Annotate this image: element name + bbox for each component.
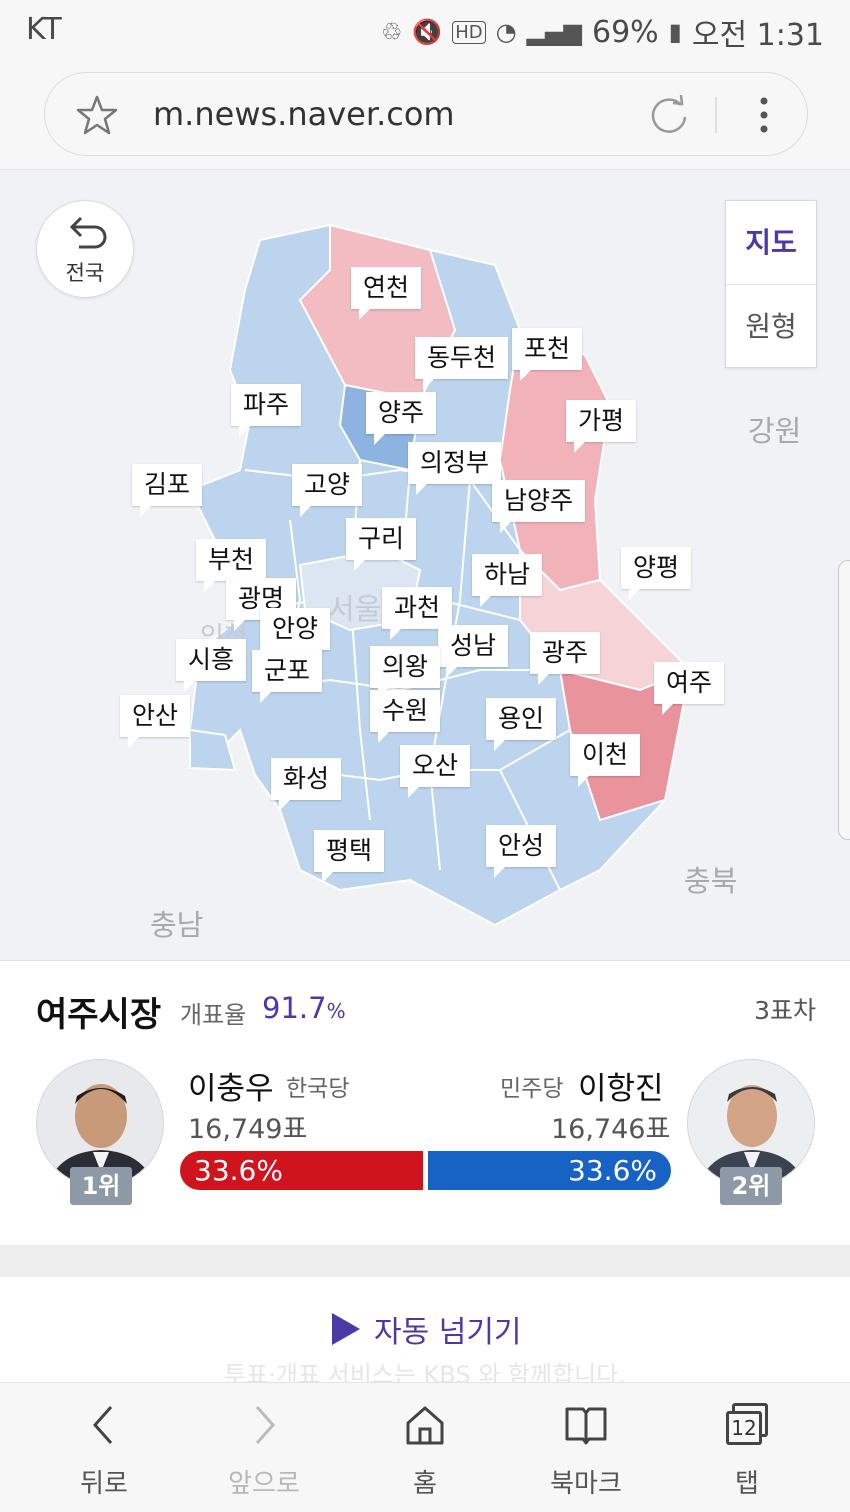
map-label-dongducheon[interactable]: 동두천	[415, 337, 509, 390]
count-rate-value: 91.7%	[262, 991, 346, 1025]
sync-icon: ♲	[380, 18, 403, 46]
url-text[interactable]: m.news.naver.com	[153, 95, 455, 133]
candidate-2-vote-bar: 33.6%	[428, 1151, 671, 1190]
status-bar: KT ♲ 🔇 HD ◔ ▂▄▆ 69% ▮ 오전 1:31	[0, 0, 850, 60]
undo-arrow-icon	[69, 216, 107, 249]
candidate-2-party: 민주당	[500, 1076, 564, 1102]
candidate-1-votes: 16,749표	[188, 1114, 308, 1145]
map-label-gimpo[interactable]: 김포	[132, 464, 203, 517]
map-label-paju[interactable]: 파주	[231, 384, 302, 437]
map-label-yeoju[interactable]: 여주	[654, 662, 725, 715]
region-name-chungbuk: 충북	[684, 864, 738, 898]
map-label-hwaseong[interactable]: 화성	[271, 758, 342, 811]
map-label-namyangju[interactable]: 남양주	[492, 480, 586, 533]
count-rate-label: 개표율	[180, 1001, 247, 1029]
chevron-left-icon	[92, 1406, 113, 1444]
carrier-name: KT	[26, 12, 62, 47]
map-label-siheung[interactable]: 시흥	[176, 639, 247, 692]
map-label-yangju[interactable]: 양주	[366, 392, 437, 445]
map-label-guri[interactable]: 구리	[346, 518, 417, 571]
map-label-yongin[interactable]: 용인	[486, 698, 557, 751]
map-label-anyang[interactable]: 안양	[260, 608, 331, 661]
back-label: 전국	[65, 261, 105, 285]
bookmark-star-icon[interactable]	[73, 91, 121, 139]
circle-view-button[interactable]: 원형	[726, 285, 816, 369]
address-bar[interactable]: m.news.naver.com	[44, 72, 808, 156]
map-label-uiwang[interactable]: 의왕	[370, 646, 441, 699]
candidate-2-votes: 16,746표	[551, 1114, 671, 1145]
candidate-1-rank: 1위	[70, 1167, 132, 1205]
nav-forward-button[interactable]: 앞으로	[204, 1401, 324, 1500]
battery-percent: 69%	[591, 14, 659, 50]
map-label-suwon[interactable]: 수원	[370, 690, 441, 743]
browser-bottom-nav: 뒤로 앞으로 홈 북마크 12 탭	[0, 1382, 850, 1512]
hd-icon: HD	[452, 20, 486, 44]
nav-bookmark-button[interactable]: 북마크	[526, 1401, 646, 1500]
auto-advance-section: 자동 넘기기 투표·개표 서비스는 KBS 와 함께합니다.	[0, 1277, 850, 1389]
open-book-icon	[565, 1407, 607, 1445]
candidate-2-name: 이항진	[578, 1071, 664, 1107]
map-label-yeoncheon[interactable]: 연천	[351, 267, 422, 320]
tabs-icon: 12	[722, 1401, 772, 1449]
map-label-seongnam[interactable]: 성남	[438, 625, 509, 678]
scroll-handle[interactable]	[838, 560, 850, 840]
wifi-icon: ◔	[495, 18, 517, 46]
clock: 오전 1:31	[691, 18, 824, 53]
map-label-pyeongtaek[interactable]: 평택	[314, 830, 385, 883]
vote-difference: 3표차	[754, 996, 816, 1025]
chevron-right-icon	[255, 1406, 276, 1444]
map-label-goyang[interactable]: 고양	[292, 464, 363, 517]
map-label-ansan[interactable]: 안산	[120, 695, 191, 748]
map-label-gwangju[interactable]: 광주	[530, 632, 601, 685]
map-label-gwacheon[interactable]: 과천	[382, 587, 453, 640]
map-label-osan[interactable]: 오산	[400, 745, 471, 798]
auto-advance-label: 자동 넘기기	[374, 1315, 522, 1350]
more-menu-icon[interactable]	[757, 95, 771, 135]
section-divider	[0, 1245, 850, 1277]
map-label-gunpo[interactable]: 군포	[252, 650, 323, 703]
region-name-chungnam: 충남	[150, 908, 204, 942]
gyeonggi-map	[188, 223, 692, 927]
map-view-button[interactable]: 지도	[726, 201, 816, 285]
region-name-gangwon: 강원	[748, 414, 802, 448]
candidate-1-party: 한국당	[286, 1076, 350, 1102]
candidate-1-name: 이충우	[188, 1071, 274, 1107]
home-icon	[406, 1406, 444, 1445]
back-to-nation-button[interactable]: 전국	[36, 200, 134, 298]
nav-home-button[interactable]: 홈	[365, 1401, 485, 1500]
signal-icon: ▂▄▆	[526, 18, 582, 46]
election-map: 전국 지도 원형 강원 충북 충남 서울 인천 연천 동두천 포천 파주 양주 …	[0, 170, 850, 960]
map-label-bucheon[interactable]: 부천	[196, 539, 267, 592]
race-title: 여주시장	[36, 995, 162, 1035]
nav-back-button[interactable]: 뒤로	[44, 1401, 164, 1500]
map-label-yangpyeong[interactable]: 양평	[621, 547, 692, 600]
election-result-card: 여주시장 개표율 91.7% 3표차 1위 2위 이충우 한국당 16,749표…	[0, 960, 850, 1245]
map-label-gapyeong[interactable]: 가평	[566, 400, 637, 453]
play-icon	[332, 1313, 360, 1345]
region-name-seoul: 서울	[328, 592, 382, 626]
map-label-uijeongbu[interactable]: 의정부	[408, 442, 502, 495]
map-label-hanam[interactable]: 하남	[472, 554, 543, 607]
map-label-anseong[interactable]: 안성	[486, 825, 557, 878]
map-label-icheon[interactable]: 이천	[570, 734, 641, 787]
map-view-toggle[interactable]: 지도 원형	[725, 200, 817, 368]
browser-toolbar: m.news.naver.com	[0, 60, 850, 170]
candidate-2-rank: 2위	[720, 1167, 782, 1205]
tab-count: 12	[726, 1411, 762, 1445]
candidate-1-vote-bar: 33.6%	[180, 1151, 423, 1190]
mute-icon: 🔇	[412, 18, 443, 46]
reload-icon[interactable]	[645, 91, 693, 139]
nav-tabs-button[interactable]: 12 탭	[687, 1401, 807, 1500]
battery-icon: ▮	[668, 18, 682, 46]
auto-advance-button[interactable]: 자동 넘기기	[332, 1307, 522, 1351]
map-label-pocheon[interactable]: 포천	[512, 328, 583, 381]
